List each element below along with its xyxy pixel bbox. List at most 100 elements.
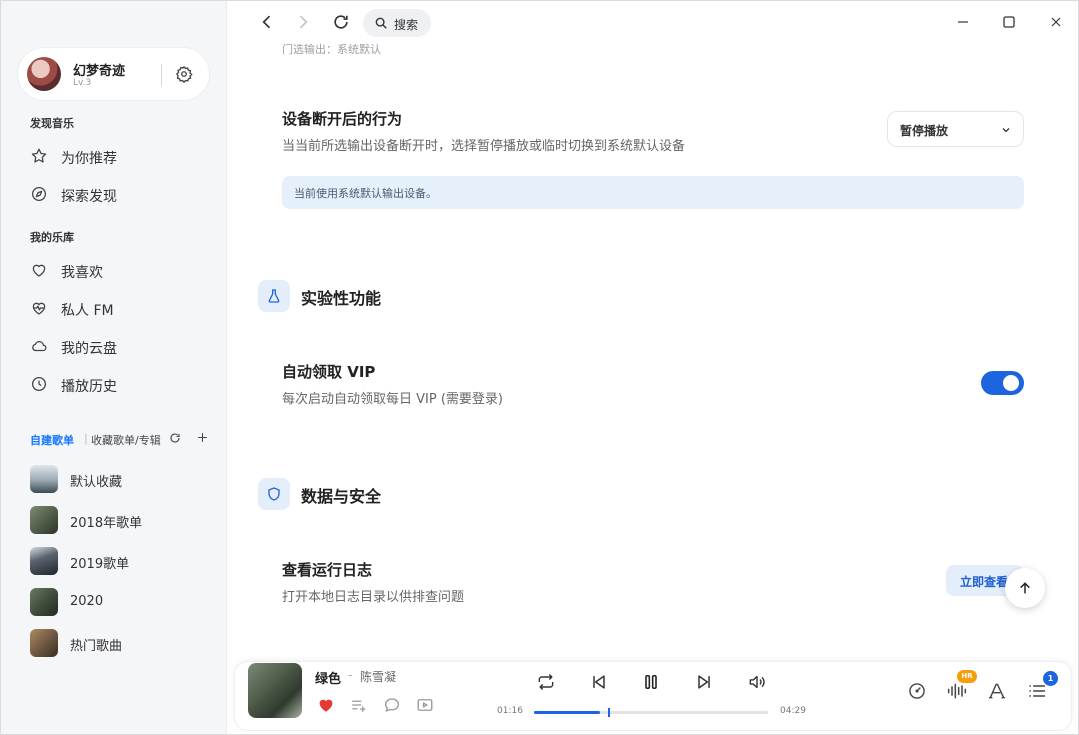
title-separator: -: [348, 668, 353, 682]
user-card[interactable]: 幻梦奇迹 Lv.3: [17, 47, 210, 101]
scroll-to-top-button[interactable]: [1005, 568, 1045, 608]
user-level: Lv.3: [73, 78, 92, 88]
playlist-name: 2018年歌单: [70, 516, 143, 531]
song-artist[interactable]: 陈雪凝: [360, 668, 396, 685]
forward-icon[interactable]: [293, 12, 313, 32]
setting-title: 设备断开后的行为: [282, 110, 403, 128]
maximize-icon[interactable]: [999, 12, 1019, 32]
current-time: 01:16: [497, 706, 523, 716]
group-title: 实验性功能: [301, 289, 382, 308]
sidebar-item-label: 探索发现: [61, 189, 117, 205]
flask-icon: [258, 280, 290, 312]
divider: [161, 64, 162, 86]
tab-collected-playlists[interactable]: 收藏歌单/专辑: [91, 432, 161, 448]
app-window: 幻梦奇迹 Lv.3 发现音乐 为你推荐 探索发现 我的乐库 我喜欢 私人 FM …: [0, 0, 1079, 735]
arrow-up-icon: [1020, 582, 1030, 594]
heart-pulse-icon: [30, 299, 48, 317]
pause-icon[interactable]: [641, 672, 661, 692]
shield-icon: [258, 478, 290, 510]
playlist-cover: [30, 629, 58, 657]
sidebar-item-label: 为你推荐: [61, 151, 117, 167]
progress-fill: [534, 711, 601, 714]
user-name: 幻梦奇迹: [73, 64, 126, 79]
compass-icon: [30, 185, 48, 203]
heart-filled-icon[interactable]: [317, 696, 335, 714]
search-label: 搜索: [394, 18, 419, 32]
video-icon[interactable]: [416, 696, 434, 714]
sidebar-item-recommend[interactable]: 为你推荐: [17, 139, 210, 173]
close-icon[interactable]: [1046, 12, 1066, 32]
add-playlist-icon[interactable]: [196, 431, 209, 444]
setting-description: 打开本地日志目录以供排查问题: [282, 590, 465, 605]
chevron-down-icon: [1000, 124, 1012, 136]
playlist-item[interactable]: 2020: [17, 585, 217, 621]
next-track-icon[interactable]: [694, 672, 714, 692]
sidebar-item-label: 我的云盘: [61, 341, 117, 357]
sidebar-item-label: 私人 FM: [61, 303, 114, 319]
lyrics-font-icon[interactable]: [987, 681, 1007, 701]
disconnect-behavior-select[interactable]: 暂停播放: [887, 111, 1024, 147]
refresh-icon[interactable]: [169, 432, 181, 444]
auto-vip-toggle[interactable]: [981, 371, 1024, 395]
gear-icon[interactable]: [175, 65, 193, 83]
select-value: 暂停播放: [900, 124, 949, 138]
minimize-icon[interactable]: [953, 12, 973, 32]
comment-icon[interactable]: [383, 696, 401, 714]
star-icon: [30, 147, 48, 165]
setting-description: 当当前所选输出设备断开时，选择暂停播放或临时切换到系统默认设备: [282, 139, 686, 154]
album-cover[interactable]: [248, 663, 302, 718]
cloud-icon: [30, 337, 48, 355]
repeat-icon[interactable]: [536, 672, 556, 692]
player-bar: 绿色 - 陈雪凝 01:16 04:29 HR 1: [234, 661, 1072, 731]
sidebar-item-history[interactable]: 播放历史: [17, 367, 210, 401]
tab-separator: |: [84, 432, 88, 445]
playlist-name: 2020: [70, 594, 104, 609]
playlist-cover: [30, 506, 58, 534]
sidebar-item-label: 我喜欢: [61, 265, 103, 281]
back-icon[interactable]: [257, 12, 277, 32]
playlist-item[interactable]: 2018年歌单: [17, 503, 217, 539]
section-title-discover: 发现音乐: [30, 117, 74, 130]
tab-created-playlists[interactable]: 自建歌单: [30, 432, 74, 448]
playlist-item[interactable]: 热门歌曲: [17, 626, 217, 662]
playlist-item[interactable]: 2019歌单: [17, 544, 217, 580]
queue-count-badge: 1: [1043, 671, 1058, 686]
playlist-tabs: 自建歌单 | 收藏歌单/专辑: [30, 432, 215, 448]
speedometer-icon[interactable]: [907, 681, 927, 701]
playlist-name: 热门歌曲: [70, 639, 123, 654]
avatar[interactable]: [27, 57, 61, 91]
volume-icon[interactable]: [747, 672, 767, 692]
progress-slider[interactable]: [534, 708, 768, 717]
sidebar-item-fm[interactable]: 私人 FM: [17, 291, 210, 325]
total-time: 04:29: [780, 706, 806, 716]
refresh-icon[interactable]: [331, 12, 351, 32]
playlist-name: 2019歌单: [70, 557, 130, 572]
playlist-item[interactable]: 默认收藏: [17, 462, 217, 498]
playlist-cover: [30, 547, 58, 575]
song-title[interactable]: 绿色: [315, 668, 341, 687]
search-icon: [374, 16, 388, 30]
quality-badge: HR: [957, 670, 977, 683]
previous-track-icon[interactable]: [589, 672, 609, 692]
setting-title: 查看运行日志: [282, 561, 373, 579]
sidebar-item-liked[interactable]: 我喜欢: [17, 253, 210, 287]
settings-content: 门选输出：系统默认 设备断开后的行为 当当前所选输出设备断开时，选择暂停播放或临…: [228, 41, 1078, 661]
playlist-queue-icon[interactable]: [1027, 681, 1047, 701]
sidebar: 幻梦奇迹 Lv.3 发现音乐 为你推荐 探索发现 我的乐库 我喜欢 私人 FM …: [1, 1, 227, 734]
sidebar-item-label: 播放历史: [61, 379, 117, 395]
playlist-cover: [30, 465, 58, 493]
clock-icon: [30, 375, 48, 393]
sidebar-item-explore[interactable]: 探索发现: [17, 177, 210, 211]
sound-quality-icon[interactable]: [946, 681, 968, 701]
progress-thumb[interactable]: [608, 708, 611, 717]
sidebar-item-cloud[interactable]: 我的云盘: [17, 329, 210, 363]
search-button[interactable]: 搜索: [363, 9, 431, 37]
info-banner: 当前使用系统默认输出设备。: [282, 176, 1024, 209]
add-to-playlist-icon[interactable]: [350, 696, 368, 714]
playlist-cover: [30, 588, 58, 616]
button-label: 立即查看: [960, 575, 1009, 589]
setting-title: 自动领取 VIP: [282, 363, 376, 381]
output-device-hint: 门选输出：系统默认: [282, 43, 381, 56]
toggle-knob: [1003, 375, 1019, 391]
setting-description: 每次启动自动领取每日 VIP (需要登录): [282, 392, 503, 407]
